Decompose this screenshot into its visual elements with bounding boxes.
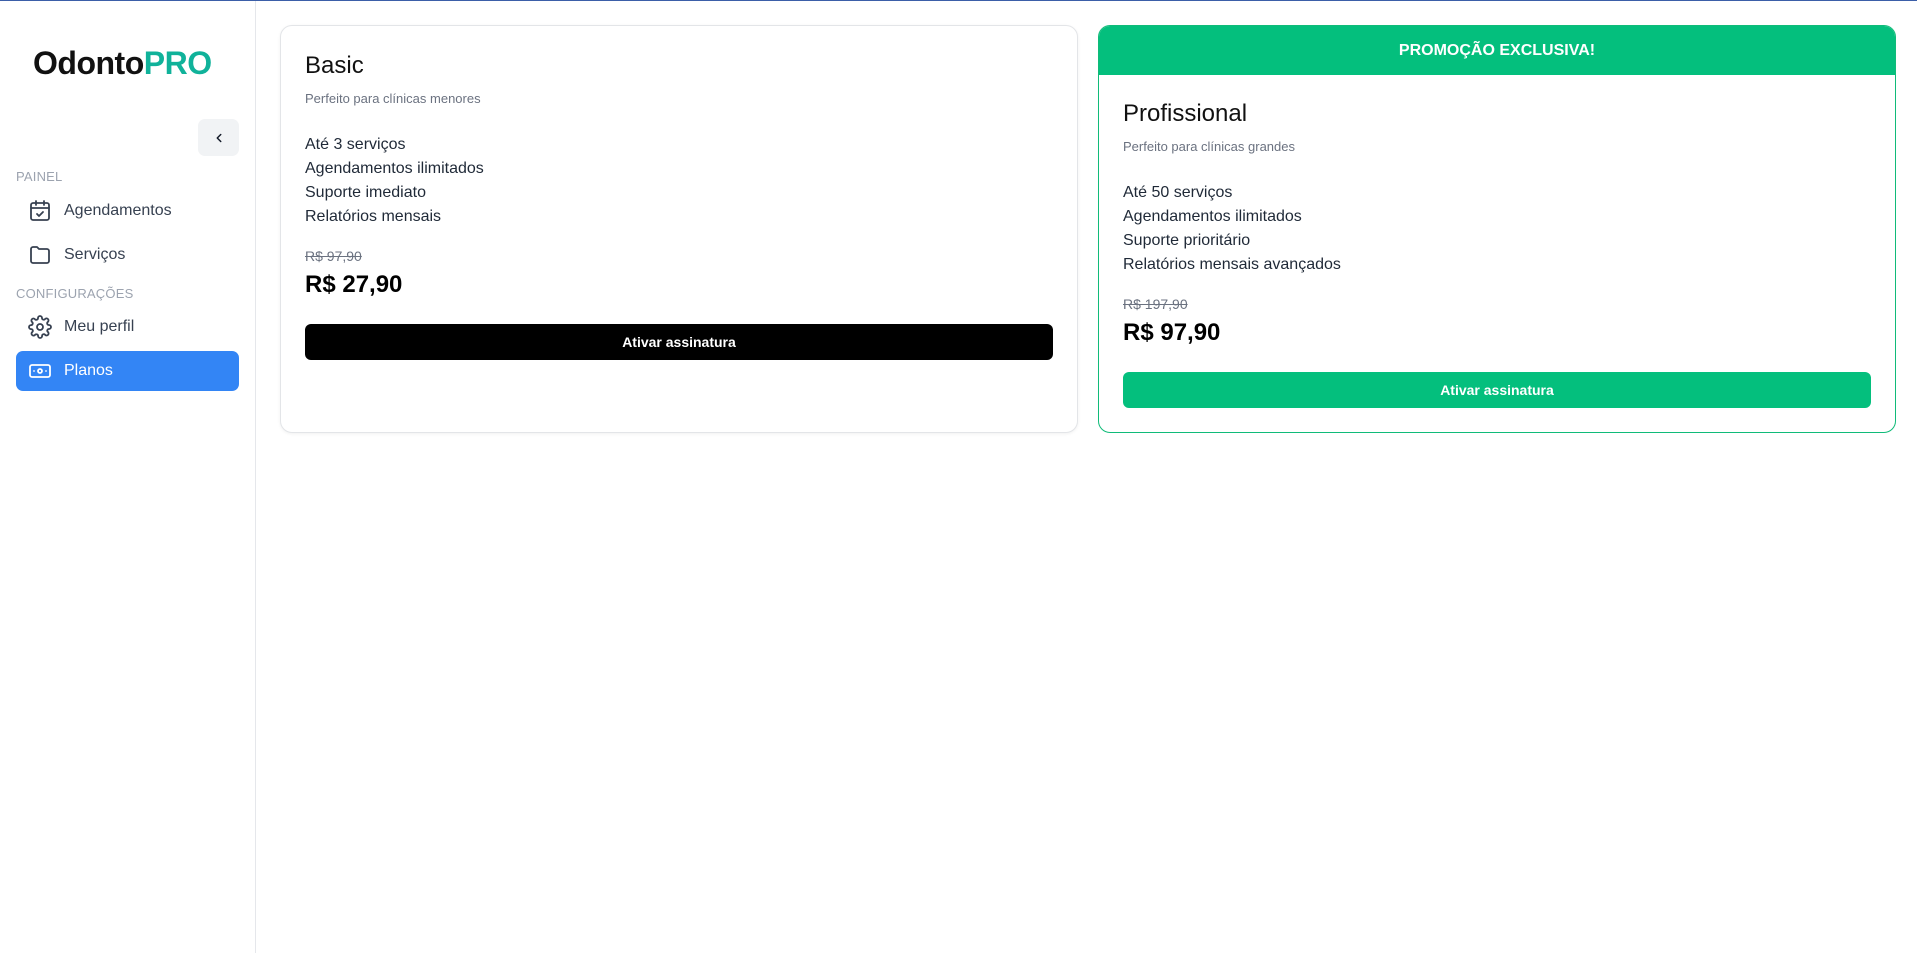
sidebar-item-planos[interactable]: Planos <box>16 351 239 391</box>
sidebar: OdontoPRO PAINEL Agendamentos Serviços C… <box>0 1 256 953</box>
plan-card-profissional: PROMOÇÃO EXCLUSIVA! Profissional Perfeit… <box>1098 25 1896 433</box>
folder-icon <box>30 246 50 264</box>
plan-features: Até 3 serviços Agendamentos ilimitados S… <box>305 133 484 229</box>
app-logo[interactable]: OdontoPRO <box>33 45 212 82</box>
plan-feature: Agendamentos ilimitados <box>305 160 484 177</box>
plan-feature: Relatórios mensais avançados <box>1123 256 1341 273</box>
section-label-painel: PAINEL <box>16 169 63 184</box>
plan-title: Basic <box>305 52 364 79</box>
plan-old-price: R$ 197,90 <box>1123 296 1188 312</box>
window-top-border <box>0 0 1917 1</box>
sidebar-item-label: Serviços <box>64 246 126 263</box>
plan-feature: Suporte imediato <box>305 184 426 201</box>
sidebar-item-label: Planos <box>64 362 113 379</box>
chevron-left-icon <box>216 133 221 142</box>
plan-title: Profissional <box>1123 100 1248 127</box>
activate-subscription-button[interactable]: Ativar assinatura <box>1123 372 1871 408</box>
plan-price: R$ 97,90 <box>1123 319 1221 346</box>
logo-primary-text: Odonto <box>33 45 144 81</box>
logo-accent-text: PRO <box>143 45 212 81</box>
plan-subtitle: Perfeito para clínicas menores <box>305 91 481 106</box>
plan-price: R$ 27,90 <box>305 271 403 298</box>
collapse-sidebar-button[interactable] <box>198 119 239 156</box>
sidebar-item-agendamentos[interactable]: Agendamentos <box>16 191 239 231</box>
calendar-check-icon <box>30 200 50 221</box>
plan-feature: Até 3 serviços <box>305 136 406 153</box>
sidebar-item-meu-perfil[interactable]: Meu perfil <box>16 307 239 347</box>
plan-old-price: R$ 97,90 <box>305 248 362 264</box>
sidebar-item-label: Meu perfil <box>64 318 135 335</box>
plan-card-basic: Basic Perfeito para clínicas menores Até… <box>280 25 1078 433</box>
sidebar-item-servicos[interactable]: Serviços <box>16 235 239 275</box>
plan-feature: Suporte prioritário <box>1123 232 1251 249</box>
promo-banner: PROMOÇÃO EXCLUSIVA! <box>1099 26 1895 75</box>
plan-feature: Relatórios mensais <box>305 208 442 225</box>
plan-feature: Agendamentos ilimitados <box>1123 208 1302 225</box>
activate-subscription-button[interactable]: Ativar assinatura <box>305 324 1053 360</box>
sidebar-item-label: Agendamentos <box>64 202 172 219</box>
gear-icon <box>28 315 52 339</box>
banknote-icon <box>29 364 51 378</box>
section-label-configuracoes: CONFIGURAÇÕES <box>16 286 134 301</box>
plan-subtitle: Perfeito para clínicas grandes <box>1123 139 1295 154</box>
plan-feature: Até 50 serviços <box>1123 184 1233 201</box>
plan-features: Até 50 serviços Agendamentos ilimitados … <box>1123 181 1341 277</box>
